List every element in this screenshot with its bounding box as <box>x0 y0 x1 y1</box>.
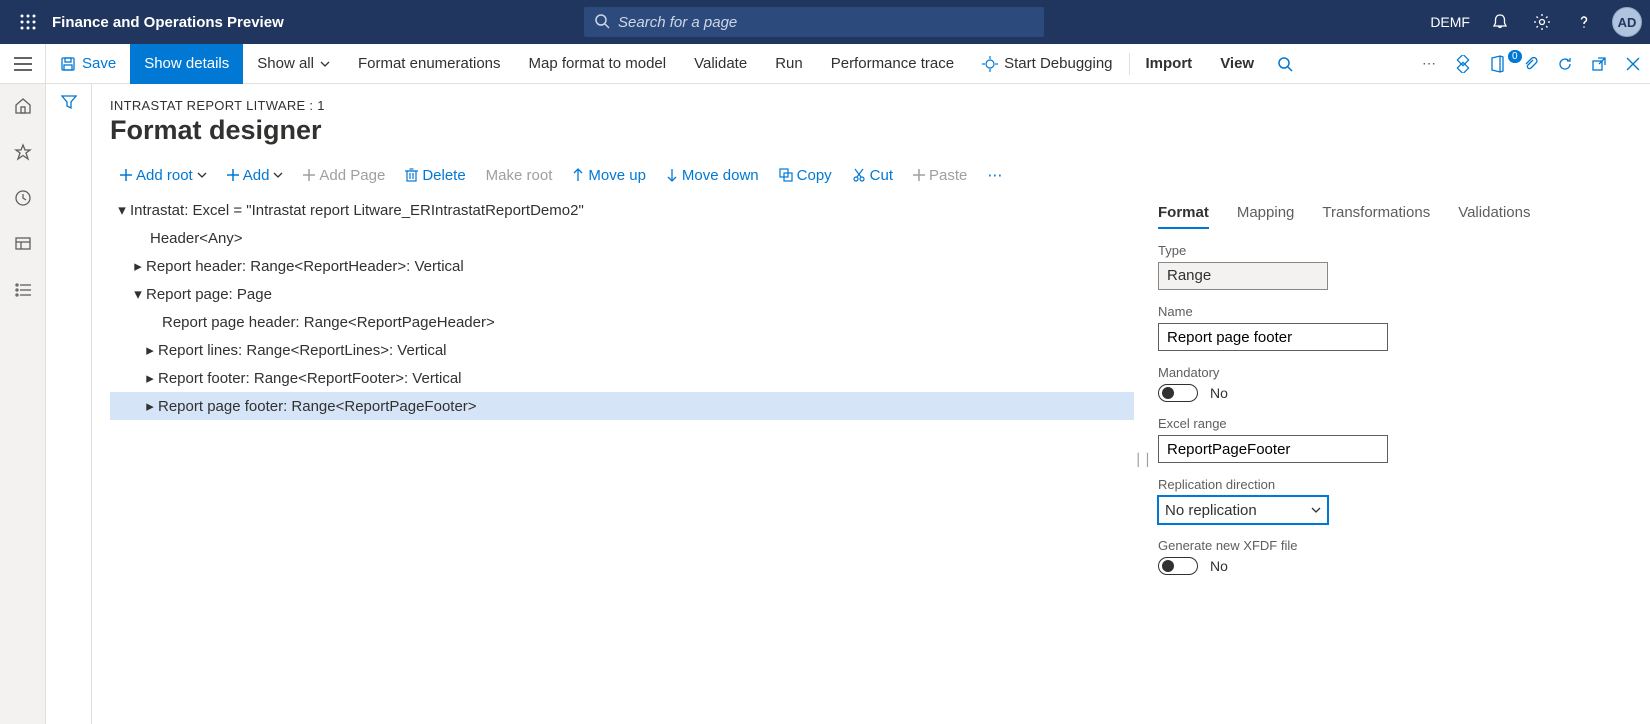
company-code[interactable]: DEMF <box>1424 14 1476 30</box>
format-enumerations-button[interactable]: Format enumerations <box>344 44 515 84</box>
excel-range-field[interactable] <box>1158 435 1388 463</box>
diamond-icon[interactable] <box>1446 55 1480 73</box>
search-icon <box>594 13 610 29</box>
tree-toolbar: Add root Add Add Page Delete Make root M… <box>110 162 1632 188</box>
tab-mapping[interactable]: Mapping <box>1237 198 1295 229</box>
show-details-button[interactable]: Show details <box>130 44 243 84</box>
cut-button[interactable]: Cut <box>844 163 901 188</box>
replication-select[interactable]: No replication <box>1158 496 1328 524</box>
run-button[interactable]: Run <box>761 44 817 84</box>
refresh-icon[interactable] <box>1548 56 1582 72</box>
global-header: Finance and Operations Preview DEMF AD <box>0 0 1650 44</box>
left-rail <box>0 84 46 724</box>
chevron-down-icon <box>1311 507 1321 513</box>
search-input[interactable] <box>584 7 1044 37</box>
tree-row[interactable]: Header<Any> <box>110 224 1134 252</box>
tab-format[interactable]: Format <box>1158 198 1209 229</box>
start-debugging-button[interactable]: Start Debugging <box>968 44 1126 84</box>
find-icon[interactable] <box>1268 56 1302 72</box>
move-down-button[interactable]: Move down <box>658 163 767 188</box>
breadcrumb: INTRASTAT REPORT LITWARE : 1 <box>110 98 1632 113</box>
type-field: Range <box>1158 262 1328 290</box>
close-icon[interactable] <box>1616 57 1650 71</box>
hamburger-icon[interactable] <box>0 44 46 83</box>
modules-icon[interactable] <box>0 276 46 304</box>
filter-icon[interactable] <box>61 94 77 724</box>
chevron-down-icon <box>320 61 330 67</box>
popout-icon[interactable] <box>1582 56 1616 72</box>
delete-button[interactable]: Delete <box>397 163 473 188</box>
tree-row[interactable]: ▸ Report lines: Range<ReportLines>: Vert… <box>110 336 1134 364</box>
tree-row-selected[interactable]: ▸ Report page footer: Range<ReportPageFo… <box>110 392 1134 420</box>
xfdf-label: Generate new XFDF file <box>1158 538 1632 553</box>
tab-validations[interactable]: Validations <box>1458 198 1530 229</box>
name-field[interactable] <box>1158 323 1388 351</box>
add-page-button: Add Page <box>295 163 393 188</box>
notifications-icon[interactable] <box>1482 0 1518 44</box>
tree-row[interactable]: ▾ Report page: Page <box>110 280 1134 308</box>
chevron-down-icon <box>273 172 283 178</box>
make-root-button: Make root <box>478 163 561 188</box>
tree-row[interactable]: ▸ Report footer: Range<ReportFooter>: Ve… <box>110 364 1134 392</box>
add-button[interactable]: Add <box>219 163 292 188</box>
tree-row[interactable]: ▾ Intrastat: Excel = "Intrastat report L… <box>110 196 1134 224</box>
performance-trace-button[interactable]: Performance trace <box>817 44 968 84</box>
add-root-button[interactable]: Add root <box>112 163 215 188</box>
mandatory-value: No <box>1210 385 1228 401</box>
xfdf-value: No <box>1210 558 1228 574</box>
attachments-icon[interactable]: 0 <box>1514 56 1548 72</box>
debug-icon <box>982 56 998 72</box>
overflow-icon[interactable]: ⋯ <box>1412 55 1446 72</box>
chevron-down-icon <box>197 172 207 178</box>
favorite-icon[interactable] <box>0 138 46 166</box>
paste-button: Paste <box>905 163 975 188</box>
recent-icon[interactable] <box>0 184 46 212</box>
xfdf-toggle[interactable] <box>1158 557 1198 575</box>
workspaces-icon[interactable] <box>0 230 46 258</box>
collapse-icon[interactable]: ▾ <box>114 201 130 219</box>
name-label: Name <box>1158 304 1632 319</box>
expand-icon[interactable]: ▸ <box>142 397 158 415</box>
validate-button[interactable]: Validate <box>680 44 761 84</box>
settings-icon[interactable] <box>1524 0 1560 44</box>
help-icon[interactable] <box>1566 0 1602 44</box>
copy-button[interactable]: Copy <box>771 163 840 188</box>
tree-row[interactable]: Report page header: Range<ReportPageHead… <box>110 308 1134 336</box>
mandatory-label: Mandatory <box>1158 365 1632 380</box>
detail-tabs: Format Mapping Transformations Validatio… <box>1158 198 1632 229</box>
expand-icon[interactable]: ▸ <box>130 257 146 275</box>
save-button[interactable]: Save <box>46 44 130 84</box>
mandatory-toggle[interactable] <box>1158 384 1198 402</box>
tab-transformations[interactable]: Transformations <box>1322 198 1430 229</box>
save-label: Save <box>82 55 116 72</box>
filter-column <box>46 84 92 724</box>
tree-row[interactable]: ▸ Report header: Range<ReportHeader>: Ve… <box>110 252 1134 280</box>
app-title: Finance and Operations Preview <box>52 14 284 31</box>
format-tree: ▾ Intrastat: Excel = "Intrastat report L… <box>110 196 1134 420</box>
map-format-button[interactable]: Map format to model <box>515 44 681 84</box>
expand-icon[interactable]: ▸ <box>142 369 158 387</box>
import-button[interactable]: Import <box>1132 44 1207 84</box>
replication-label: Replication direction <box>1158 477 1632 492</box>
type-label: Type <box>1158 243 1632 258</box>
command-bar: Save Show details Show all Format enumer… <box>0 44 1650 84</box>
more-button[interactable]: ⋯ <box>979 162 1010 188</box>
show-all-button[interactable]: Show all <box>243 44 344 84</box>
home-icon[interactable] <box>0 92 46 120</box>
excel-range-label: Excel range <box>1158 416 1632 431</box>
page-title: Format designer <box>110 115 1632 146</box>
move-up-button[interactable]: Move up <box>564 163 654 188</box>
collapse-icon[interactable]: ▾ <box>130 285 146 303</box>
splitter-handle[interactable]: ▏▏ <box>1142 196 1152 724</box>
view-button[interactable]: View <box>1206 44 1268 84</box>
user-avatar[interactable]: AD <box>1612 7 1642 37</box>
waffle-icon[interactable] <box>8 0 48 44</box>
expand-icon[interactable]: ▸ <box>142 341 158 359</box>
